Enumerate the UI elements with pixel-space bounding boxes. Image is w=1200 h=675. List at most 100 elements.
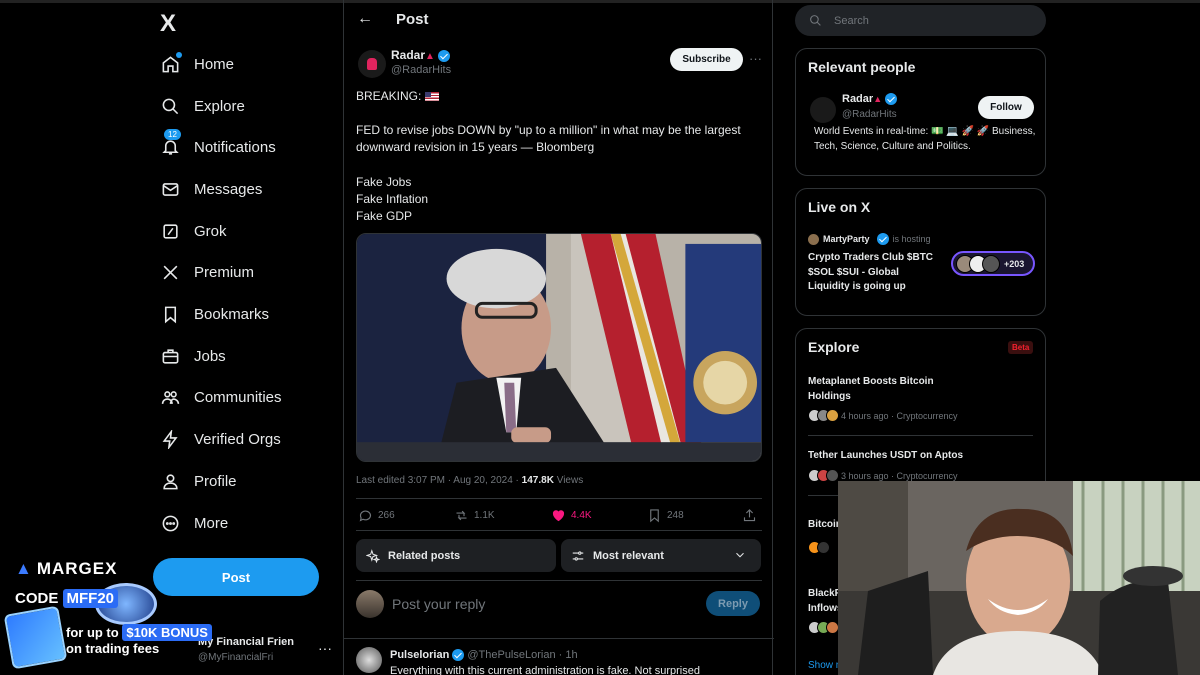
sort-replies-dropdown[interactable]: Most relevant	[561, 539, 761, 572]
heart-icon	[552, 510, 565, 522]
relevant-name-text: Radar	[842, 93, 874, 105]
promo-line-2: on trading fees	[66, 641, 160, 656]
person-icon	[160, 471, 180, 491]
back-arrow-icon[interactable]: ←	[357, 10, 373, 28]
nav-more[interactable]: More	[160, 505, 228, 541]
subscribe-button[interactable]: Subscribe	[670, 48, 743, 71]
relevant-bio: World Events in real-time: 💵 💻 🚀 🚀 Busin…	[814, 126, 1036, 152]
bookmark-action[interactable]: 248	[647, 508, 684, 523]
explore-item-meta	[808, 541, 832, 554]
relevant-people-card: Relevant people Radar▲ @RadarHits Follow…	[795, 48, 1046, 176]
x-logo-icon[interactable]: X	[160, 10, 176, 38]
live-host: MartyParty is hosting	[808, 233, 931, 245]
share-action[interactable]	[742, 508, 757, 523]
verified-badge-icon	[885, 93, 898, 106]
sparkle-icon	[366, 548, 380, 563]
sort-replies-label: Most relevant	[593, 549, 664, 562]
x-icon	[160, 262, 180, 282]
tweet-breaking: BREAKING:	[356, 88, 761, 105]
reply-author-handle: @ThePulseLorian · 1h	[467, 649, 578, 661]
promo-code: CODE MFF20	[15, 589, 119, 608]
listener-avatar	[982, 254, 1000, 273]
author-handle[interactable]: @RadarHits	[391, 64, 451, 76]
siren-emoji-icon: ▲	[873, 94, 883, 104]
live-listeners[interactable]: +203	[951, 251, 1035, 276]
siren-emoji-icon: ▲	[425, 51, 435, 62]
search-input[interactable]: Search	[795, 5, 1046, 36]
nav-more-label: More	[194, 514, 229, 532]
reply-author-avatar[interactable]	[356, 647, 382, 673]
repost-icon	[456, 510, 467, 521]
account-more-icon[interactable]: ···	[318, 640, 332, 656]
gift-box-graphic	[3, 605, 68, 670]
nav-grok-label: Grok	[194, 222, 227, 240]
tweet-line-fake-gdp: Fake GDP	[356, 209, 413, 223]
reply-action[interactable]: 266	[358, 508, 395, 523]
nav-bookmarks[interactable]: Bookmarks	[160, 296, 269, 332]
nav-jobs[interactable]: Jobs	[160, 338, 226, 374]
relevant-handle[interactable]: @RadarHits	[842, 109, 897, 120]
repost-action[interactable]: 1.1K	[454, 508, 495, 523]
search-placeholder: Search	[834, 14, 869, 27]
nav-home[interactable]: Home	[160, 46, 234, 82]
nav-explore[interactable]: Explore	[160, 88, 245, 124]
author-avatar[interactable]	[358, 50, 386, 78]
explore-avatars	[808, 469, 839, 482]
tweet-body: FED to revise jobs DOWN by "up to a mill…	[356, 123, 741, 154]
live-card[interactable]: Live on X MartyParty is hosting Crypto T…	[795, 188, 1046, 316]
nav-notifications[interactable]: 12 Notifications	[160, 129, 276, 165]
reply-author[interactable]: Pulselorian @ThePulseLorian · 1h	[390, 649, 578, 662]
explore-item-meta	[808, 621, 841, 634]
nav-bookmarks-label: Bookmarks	[194, 305, 270, 323]
post-more-icon[interactable]: ···	[749, 51, 762, 66]
nav-explore-label: Explore	[194, 97, 245, 115]
relevant-people-title: Relevant people	[808, 59, 916, 75]
nav-premium[interactable]: Premium	[160, 254, 254, 290]
bell-icon: 12	[160, 129, 181, 157]
nav-jobs-label: Jobs	[194, 347, 226, 365]
nav-verified-orgs[interactable]: Verified Orgs	[160, 421, 281, 457]
promo-line-1-prefix: for up to	[66, 625, 119, 640]
explore-item-title[interactable]: Metaplanet Boosts Bitcoin Holdings	[808, 375, 958, 404]
explore-avatars	[808, 541, 830, 554]
nav-premium-label: Premium	[194, 263, 255, 281]
like-count: 4.4K	[571, 510, 592, 521]
explore-item-title[interactable]: Tether Launches USDT on Aptos	[808, 449, 1033, 464]
nav-home-label: Home	[194, 55, 235, 73]
tweet-breaking-text: BREAKING:	[356, 89, 422, 103]
reply-count: 266	[378, 510, 395, 521]
divider	[808, 435, 1033, 436]
nav-communities-label: Communities	[194, 388, 282, 406]
share-icon	[743, 509, 756, 522]
nav-grok[interactable]: Grok	[160, 213, 227, 249]
user-avatar	[356, 590, 384, 618]
related-posts-label: Related posts	[388, 549, 461, 562]
margex-ad-overlay: ▲ MARGEX CODE MFF20 for up to $10K BONUS …	[0, 555, 235, 675]
reply-input[interactable]: Post your reply	[392, 596, 485, 612]
listener-count: +203	[1004, 258, 1025, 269]
explore-avatars	[808, 621, 839, 634]
promo-code-value: MFF20	[62, 589, 119, 608]
tweet-line-fake-jobs: Fake Jobs	[356, 175, 412, 189]
more-circle-icon	[160, 513, 180, 533]
reply-post[interactable]: Pulselorian @ThePulseLorian · 1h Everyth…	[344, 638, 774, 675]
mail-icon	[160, 179, 180, 199]
reply-button[interactable]: Reply	[706, 591, 760, 616]
tweet-photo[interactable]	[356, 233, 762, 462]
related-posts-button[interactable]: Related posts	[356, 539, 556, 572]
post-header: ← Post	[344, 0, 774, 40]
author-name[interactable]: Radar▲	[391, 48, 450, 62]
chevron-down-icon	[736, 552, 744, 558]
briefcase-icon	[160, 346, 180, 366]
nav-communities[interactable]: Communities	[160, 379, 282, 415]
nav-profile[interactable]: Profile	[160, 463, 237, 499]
promo-code-prefix: CODE	[15, 590, 59, 607]
relevant-avatar[interactable]	[810, 97, 836, 123]
like-action[interactable]: 4.4K	[551, 508, 592, 523]
live-title: Live on X	[808, 199, 871, 215]
relevant-name[interactable]: Radar▲	[842, 93, 898, 106]
nav-notifications-label: Notifications	[194, 138, 276, 156]
follow-button[interactable]: Follow	[978, 96, 1034, 119]
nav-messages[interactable]: Messages	[160, 171, 262, 207]
margex-mark-icon: ▲	[15, 559, 33, 578]
